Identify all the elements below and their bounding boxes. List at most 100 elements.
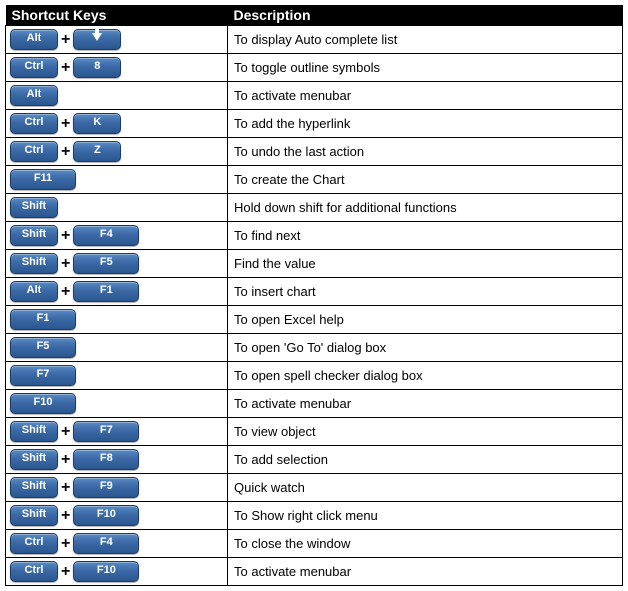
table-row: F10 To activate menubar: [6, 390, 623, 418]
plus-separator: +: [61, 115, 70, 133]
shortcut-keys-cell: Shift: [6, 194, 228, 222]
key-shift: Shift: [10, 421, 58, 442]
key-shift: Shift: [10, 253, 58, 274]
shortcut-keys-cell: Shift+F4: [6, 222, 228, 250]
table-row: Alt+To display Auto complete list: [6, 26, 623, 54]
key-shift: Shift: [10, 477, 58, 498]
table-row: Ctrl+F4To close the window: [6, 530, 623, 558]
table-row: Shift+F4To find next: [6, 222, 623, 250]
table-row: F5 To open 'Go To' dialog box: [6, 334, 623, 362]
key-f5: F5: [10, 337, 76, 358]
table-row: Ctrl+K To add the hyperlink: [6, 110, 623, 138]
description-cell: To activate menubar: [228, 558, 623, 586]
key-f4: F4: [73, 225, 139, 246]
key-alt: Alt: [10, 281, 58, 302]
key-f7: F7: [10, 365, 76, 386]
table-row: Ctrl+ZTo undo the last action: [6, 138, 623, 166]
shortcut-keys-cell: Alt+: [6, 26, 228, 54]
key-ctrl: Ctrl: [10, 561, 58, 582]
shortcut-keys-cell: Shift+F10: [6, 502, 228, 530]
key-f10: F10: [10, 393, 76, 414]
table-row: Shift+F9Quick watch: [6, 474, 623, 502]
key-f10: F10: [73, 561, 139, 582]
header-keys: Shortcut Keys: [6, 5, 228, 26]
table-row: Shift+F10To Show right click menu: [6, 502, 623, 530]
shortcut-keys-cell: F11: [6, 166, 228, 194]
key-f9: F9: [73, 477, 139, 498]
description-cell: To Show right click menu: [228, 502, 623, 530]
shortcut-table: Shortcut Keys Description Alt+To display…: [5, 5, 623, 586]
key-ctrl: Ctrl: [10, 57, 58, 78]
description-cell: To display Auto complete list: [228, 26, 623, 54]
description-cell: To add the hyperlink: [228, 110, 623, 138]
description-cell: To open 'Go To' dialog box: [228, 334, 623, 362]
description-cell: To activate menubar: [228, 390, 623, 418]
description-cell: Quick watch: [228, 474, 623, 502]
shortcut-keys-cell: Ctrl+8: [6, 54, 228, 82]
shortcut-keys-cell: F7: [6, 362, 228, 390]
key-z: Z: [73, 141, 121, 162]
description-cell: To create the Chart: [228, 166, 623, 194]
shortcut-keys-cell: Shift+F7: [6, 418, 228, 446]
key-alt: Alt: [10, 85, 58, 106]
key-f5: F5: [73, 253, 139, 274]
key-ctrl: Ctrl: [10, 113, 58, 134]
description-cell: To open Excel help: [228, 306, 623, 334]
shortcut-keys-cell: Shift+F5: [6, 250, 228, 278]
key-k: K: [73, 113, 121, 134]
key-f4: F4: [73, 533, 139, 554]
plus-separator: +: [61, 59, 70, 77]
table-row: Alt+F1To insert chart: [6, 278, 623, 306]
arrow-down-icon: [92, 33, 102, 41]
plus-separator: +: [61, 143, 70, 161]
arrow-down-key: [73, 29, 121, 50]
plus-separator: +: [61, 563, 70, 581]
key-f1: F1: [73, 281, 139, 302]
plus-separator: +: [61, 255, 70, 273]
shortcut-keys-cell: Ctrl+F10: [6, 558, 228, 586]
table-row: Ctrl+8To toggle outline symbols: [6, 54, 623, 82]
key-f1: F1: [10, 309, 76, 330]
key-shift: Shift: [10, 197, 58, 218]
plus-separator: +: [61, 507, 70, 525]
plus-separator: +: [61, 227, 70, 245]
key-f8: F8: [73, 449, 139, 470]
description-cell: To find next: [228, 222, 623, 250]
shortcut-keys-cell: Ctrl+F4: [6, 530, 228, 558]
shortcut-keys-cell: F10: [6, 390, 228, 418]
key-ctrl: Ctrl: [10, 533, 58, 554]
key-shift: Shift: [10, 505, 58, 526]
description-cell: To toggle outline symbols: [228, 54, 623, 82]
description-cell: To add selection: [228, 446, 623, 474]
key-shift: Shift: [10, 449, 58, 470]
table-row: Shift+F7To view object: [6, 418, 623, 446]
plus-separator: +: [61, 31, 70, 49]
description-cell: To open spell checker dialog box: [228, 362, 623, 390]
shortcut-keys-cell: Ctrl+Z: [6, 138, 228, 166]
plus-separator: +: [61, 283, 70, 301]
description-cell: To close the window: [228, 530, 623, 558]
shortcut-keys-cell: Shift+F8: [6, 446, 228, 474]
header-desc: Description: [228, 5, 623, 26]
description-cell: Hold down shift for additional functions: [228, 194, 623, 222]
key-f10: F10: [73, 505, 139, 526]
key-8: 8: [73, 57, 121, 78]
plus-separator: +: [61, 479, 70, 497]
plus-separator: +: [61, 451, 70, 469]
table-row: Shift+F5Find the value: [6, 250, 623, 278]
shortcut-keys-cell: Alt+F1: [6, 278, 228, 306]
plus-separator: +: [61, 535, 70, 553]
table-row: Shift+F8To add selection: [6, 446, 623, 474]
table-row: Shift Hold down shift for additional func…: [6, 194, 623, 222]
description-cell: To insert chart: [228, 278, 623, 306]
description-cell: Find the value: [228, 250, 623, 278]
table-row: F11To create the Chart: [6, 166, 623, 194]
description-cell: To view object: [228, 418, 623, 446]
header-row: Shortcut Keys Description: [6, 5, 623, 26]
shortcut-keys-cell: Shift+F9: [6, 474, 228, 502]
description-cell: To undo the last action: [228, 138, 623, 166]
shortcut-keys-cell: F1: [6, 306, 228, 334]
shortcut-keys-cell: F5: [6, 334, 228, 362]
key-f7: F7: [73, 421, 139, 442]
key-shift: Shift: [10, 225, 58, 246]
